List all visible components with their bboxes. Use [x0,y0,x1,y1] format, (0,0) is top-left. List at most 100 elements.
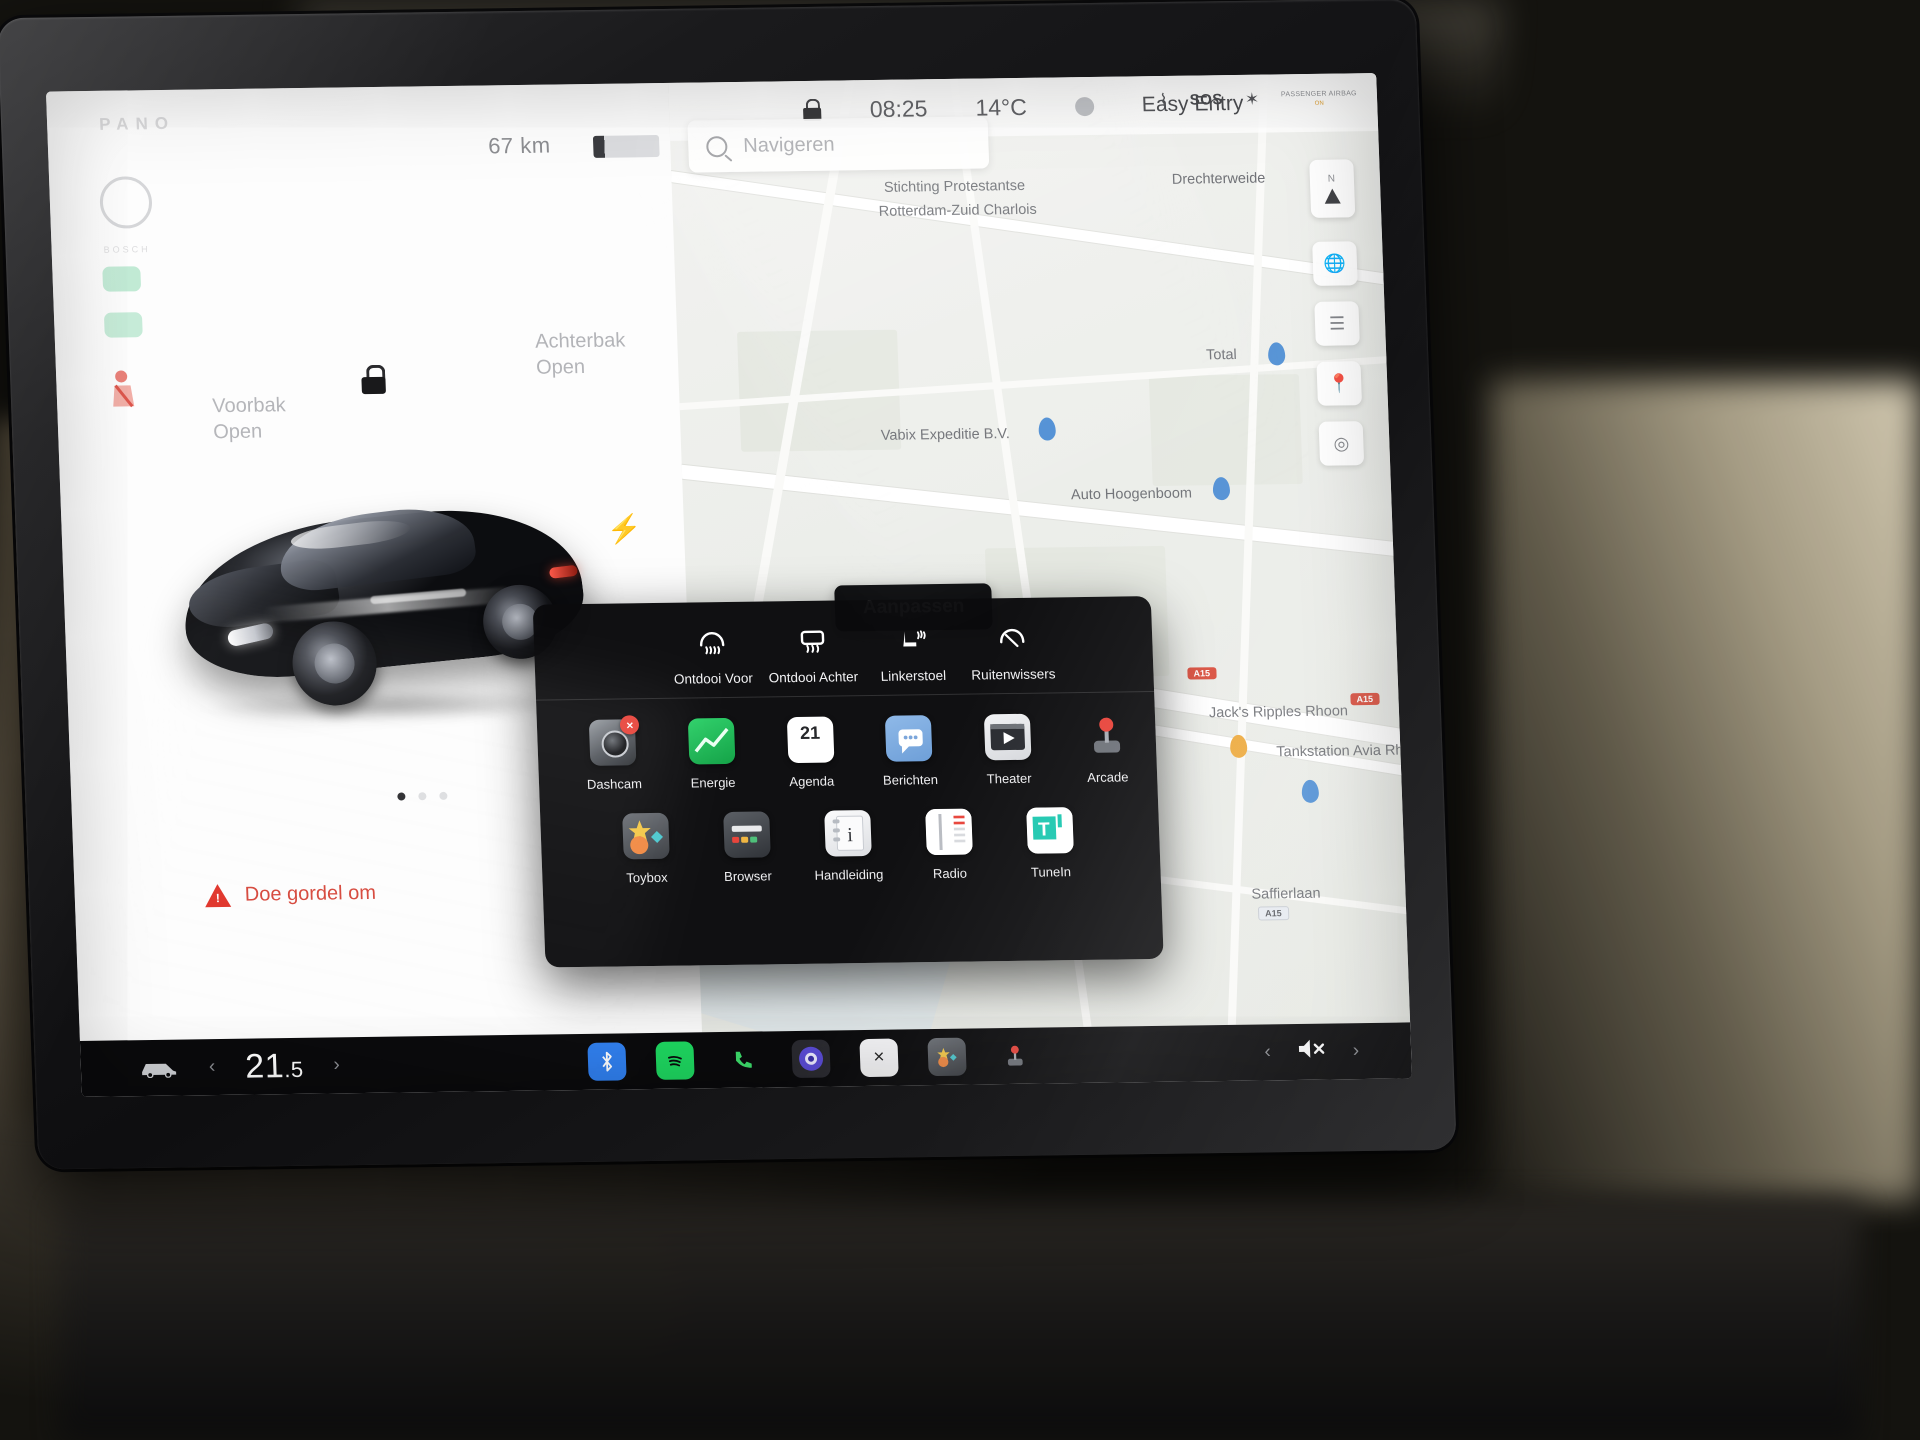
poi-label[interactable]: Vabix Expeditie B.V. [881,426,1011,444]
app-agenda[interactable]: 21 Agenda [760,716,861,789]
page-indicator-dots[interactable] [397,791,448,801]
left-seat-heater-label: Linkerstoel [880,667,947,684]
energy-icon [687,717,736,765]
defrost-rear-icon [797,627,828,657]
driver-profile-avatar[interactable] [1074,96,1095,116]
phone-icon[interactable] [723,1040,762,1079]
taskbar-right-controls[interactable]: ‹ › [1081,1035,1412,1071]
theater-icon [983,713,1032,761]
app-dashcam[interactable]: × Dashcam [563,715,664,792]
close-icon[interactable]: × [859,1038,899,1078]
tunein-icon: T [1025,807,1074,854]
infotainment-screen[interactable]: PANO BOSCH 67 km Achterbak Open Voorbak [45,73,1413,1097]
seatbelt-person-icon [106,368,141,408]
poi-label[interactable]: Rotterdam-Zuid Charlois [879,202,1038,220]
app-label: Energie [690,774,736,791]
left-seat-heater-button[interactable]: Linkerstoel [862,625,964,684]
map-pin-icon[interactable] [1267,342,1286,366]
front-trunk-line2: Open [212,420,263,443]
temp-fraction: .5 [283,1056,305,1082]
app-label: Theater [986,770,1032,787]
arcade-icon[interactable] [995,1037,1034,1076]
map-pin-icon[interactable]: 📍 [1316,361,1363,406]
search-placeholder: Navigeren [742,133,835,157]
photo-environment: PANO BOSCH 67 km Achterbak Open Voorbak [0,0,1920,1440]
compass-north-label: N [1327,173,1337,185]
app-berichten[interactable]: Berichten [859,715,960,788]
voice-assistant-icon[interactable] [791,1039,831,1079]
page-dot-2[interactable] [418,792,427,801]
app-label: Arcade [1086,769,1129,785]
app-arcade[interactable]: Arcade [1056,712,1157,785]
media-prev-button[interactable]: ‹ [1264,1041,1271,1063]
bluetooth-icon[interactable] [587,1042,627,1081]
app-tunein[interactable]: T TuneIn [998,807,1102,880]
cabin-temperature[interactable]: 21.5 [245,1046,305,1086]
app-launcher-panel[interactable]: Ontdooi Voor Ontdooi Achter Linkerstoel … [532,596,1164,968]
bluetooth-status-icon[interactable]: ✶ [1245,90,1260,109]
highway-badge-a15-3: A15 [1350,692,1380,706]
temp-increase-button[interactable]: › [333,1054,340,1076]
poi-label[interactable]: Jack's Ripples Rhoon [1209,703,1349,721]
toybox-icon[interactable] [927,1037,967,1077]
car-ground-shadow [207,688,579,724]
app-toybox[interactable]: Toybox [594,812,698,885]
wipers-button[interactable]: Ruitenwissers [962,623,1064,683]
map-top-icon-row[interactable]: ⌇ SOS ✶ PASSENGER AIRBAG ON [1159,89,1357,110]
poi-label[interactable]: Drechterweide [1172,171,1266,188]
temp-whole: 21 [244,1046,285,1086]
map-globe-icon[interactable]: 🌐 [1312,241,1358,286]
map-list-icon[interactable]: ☰ [1314,301,1360,346]
vehicle-status-ring-icon[interactable] [99,176,153,229]
dashcam-icon: × [589,715,640,766]
page-dot-1[interactable] [397,792,406,801]
taskbar-left-controls[interactable]: ‹ 21.5 › [80,1043,541,1088]
rear-trunk-line2: Open [535,355,586,379]
app-energie[interactable]: Energie [661,717,762,791]
map-compass-control[interactable]: N [1309,159,1356,218]
defrost-front-button[interactable]: Ontdooi Voor [662,628,764,687]
poi-label[interactable]: Saffierlaan [1251,886,1321,903]
map-target-icon[interactable]: ◎ [1318,421,1365,466]
defrost-rear-button[interactable]: Ontdooi Achter [762,626,864,685]
climate-shortcut-row[interactable]: Ontdooi Voor Ontdooi Achter Linkerstoel … [532,596,1155,701]
mute-speaker-icon[interactable] [1296,1036,1327,1067]
app-label: Berichten [882,772,939,788]
browser-icon [722,811,771,858]
open-padlock-icon[interactable] [361,364,388,395]
calendar-day: 21 [799,722,821,743]
spotify-icon[interactable] [655,1041,695,1080]
map-search-bar[interactable]: Navigeren [687,116,990,173]
poi-label[interactable]: Auto Hoogenboom [1071,486,1193,504]
charge-bolt-icon: ⚡ [606,513,643,545]
car-icon[interactable] [139,1058,180,1079]
front-trunk-label[interactable]: Voorbak Open [212,393,287,445]
rear-trunk-label[interactable]: Achterbak Open [535,328,627,380]
lock-status-icon[interactable] [802,98,822,122]
status-chip-green-1[interactable] [102,266,142,292]
sos-button[interactable]: SOS [1189,91,1223,108]
app-radio[interactable]: Radio [897,808,1001,881]
battery-gauge-icon [592,135,660,158]
app-theater[interactable]: Theater [958,713,1059,786]
poi-label[interactable]: Stichting Protestantse [884,178,1026,196]
app-browser[interactable]: Browser [695,811,799,884]
wiper-status-icon[interactable]: ⌇ [1159,91,1168,110]
app-label: Browser [723,868,773,884]
page-dot-3[interactable] [439,791,448,800]
defrost-front-label: Ontdooi Voor [673,670,754,687]
temp-decrease-button[interactable]: ‹ [209,1056,216,1078]
poi-label[interactable]: Tankstation Avia Rhoon [1276,742,1410,760]
map-pin-icon[interactable] [1301,779,1320,803]
app-grid[interactable]: × Dashcam Energie 21 Agenda Berichten Th… [536,692,1161,887]
map-block-3 [1148,374,1303,487]
brand-sub-watermark: BOSCH [103,244,151,255]
app-handleiding[interactable]: i Handleiding [796,809,900,883]
status-chip-green-2[interactable] [103,312,143,338]
interior-lower-dash [60,1200,1860,1440]
map-pin-icon[interactable] [1038,417,1057,441]
media-next-button[interactable]: › [1352,1040,1359,1062]
poi-label[interactable]: Total [1206,347,1237,363]
seatbelt-warning-text: Doe gordel om [244,881,377,906]
taskbar-app-shortcuts[interactable]: × [540,1036,1081,1082]
